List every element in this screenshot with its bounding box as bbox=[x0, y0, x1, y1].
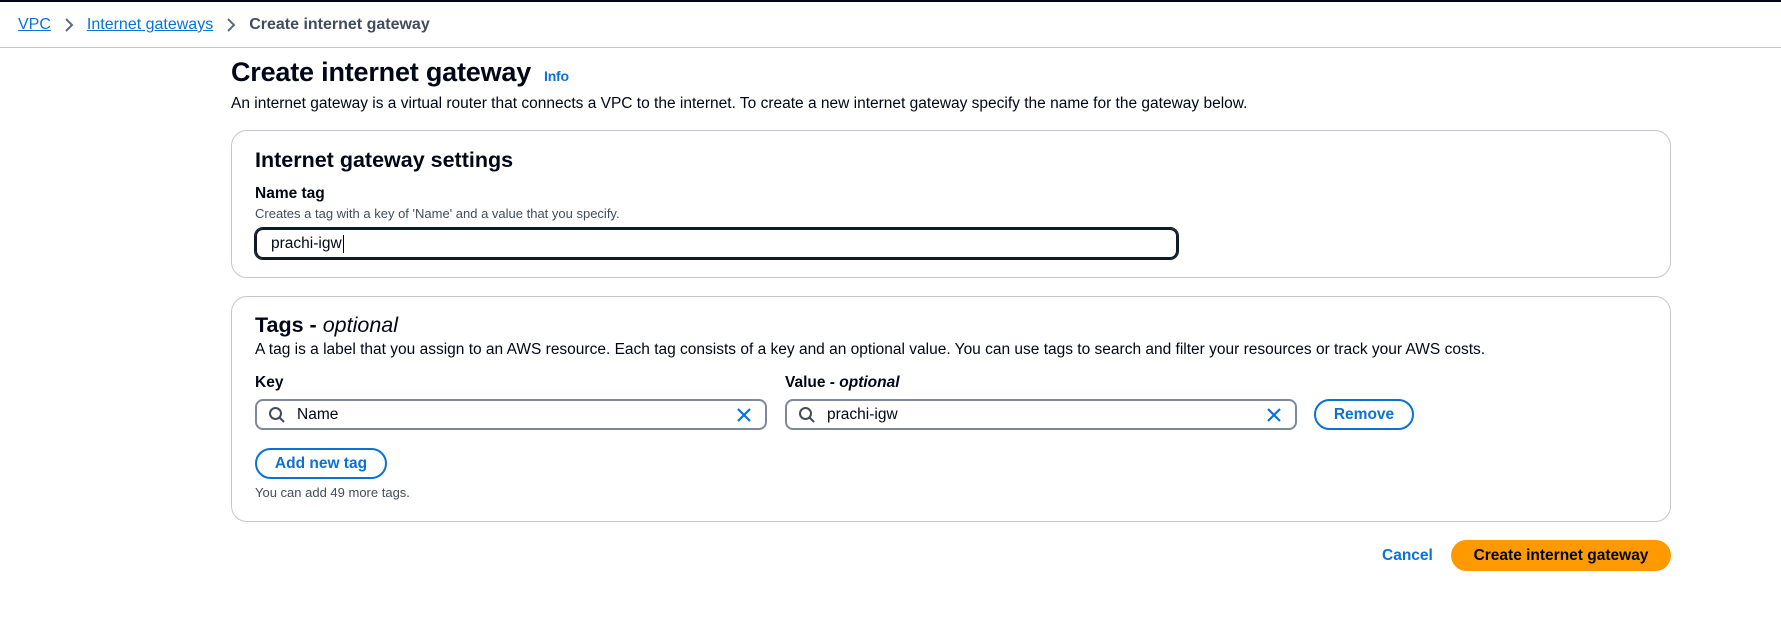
chevron-right-icon bbox=[213, 18, 249, 32]
close-icon[interactable] bbox=[735, 406, 753, 429]
top-border bbox=[0, 0, 1781, 2]
close-icon[interactable] bbox=[1265, 406, 1283, 429]
tag-key-value: Name bbox=[297, 406, 339, 423]
tag-value-label: Value - optional bbox=[785, 374, 900, 392]
chevron-right-icon bbox=[51, 18, 87, 32]
add-new-tag-button[interactable]: Add new tag bbox=[255, 448, 387, 479]
name-tag-description: Creates a tag with a key of 'Name' and a… bbox=[255, 206, 620, 221]
settings-heading: Internet gateway settings bbox=[255, 148, 514, 172]
name-tag-value: prachi-igw bbox=[271, 235, 342, 252]
name-tag-label: Name tag bbox=[255, 185, 325, 202]
tag-value-label-text: Value - bbox=[785, 374, 840, 391]
tags-heading: Tags - optional bbox=[255, 313, 398, 338]
search-icon bbox=[798, 406, 816, 429]
cancel-button[interactable]: Cancel bbox=[1382, 540, 1433, 571]
tag-key-label: Key bbox=[255, 374, 284, 391]
breadcrumb-current: Create internet gateway bbox=[249, 16, 430, 33]
page-description: An internet gateway is a virtual router … bbox=[231, 95, 1248, 112]
tags-heading-text: Tags - bbox=[255, 313, 323, 337]
tags-container: Tags - optional A tag is a label that yo… bbox=[231, 296, 1671, 522]
breadcrumb-vpc-link[interactable]: VPC bbox=[18, 16, 51, 34]
page-title-row: Create internet gateway Info bbox=[231, 57, 569, 88]
tags-heading-optional: optional bbox=[322, 313, 399, 337]
create-internet-gateway-button[interactable]: Create internet gateway bbox=[1451, 540, 1671, 571]
settings-container: Internet gateway settings Name tag Creat… bbox=[231, 130, 1671, 278]
breadcrumb-internet-gateways-link[interactable]: Internet gateways bbox=[87, 16, 213, 34]
tag-value-label-optional: optional bbox=[839, 374, 900, 391]
search-icon bbox=[268, 406, 286, 429]
tag-value-input[interactable]: prachi-igw bbox=[785, 399, 1297, 430]
remove-tag-button[interactable]: Remove bbox=[1314, 399, 1414, 430]
text-caret bbox=[342, 234, 344, 253]
header-divider bbox=[0, 47, 1781, 48]
name-tag-input[interactable]: prachi-igw bbox=[255, 228, 1178, 259]
breadcrumb: VPC Internet gateways Create internet ga… bbox=[18, 14, 430, 36]
tags-description: A tag is a label that you assign to an A… bbox=[255, 341, 1486, 358]
tags-remaining-text: You can add 49 more tags. bbox=[255, 485, 410, 500]
info-link[interactable]: Info bbox=[544, 68, 569, 84]
tag-value-value: prachi-igw bbox=[827, 406, 898, 423]
tag-key-input[interactable]: Name bbox=[255, 399, 767, 430]
page-title: Create internet gateway bbox=[231, 57, 532, 87]
